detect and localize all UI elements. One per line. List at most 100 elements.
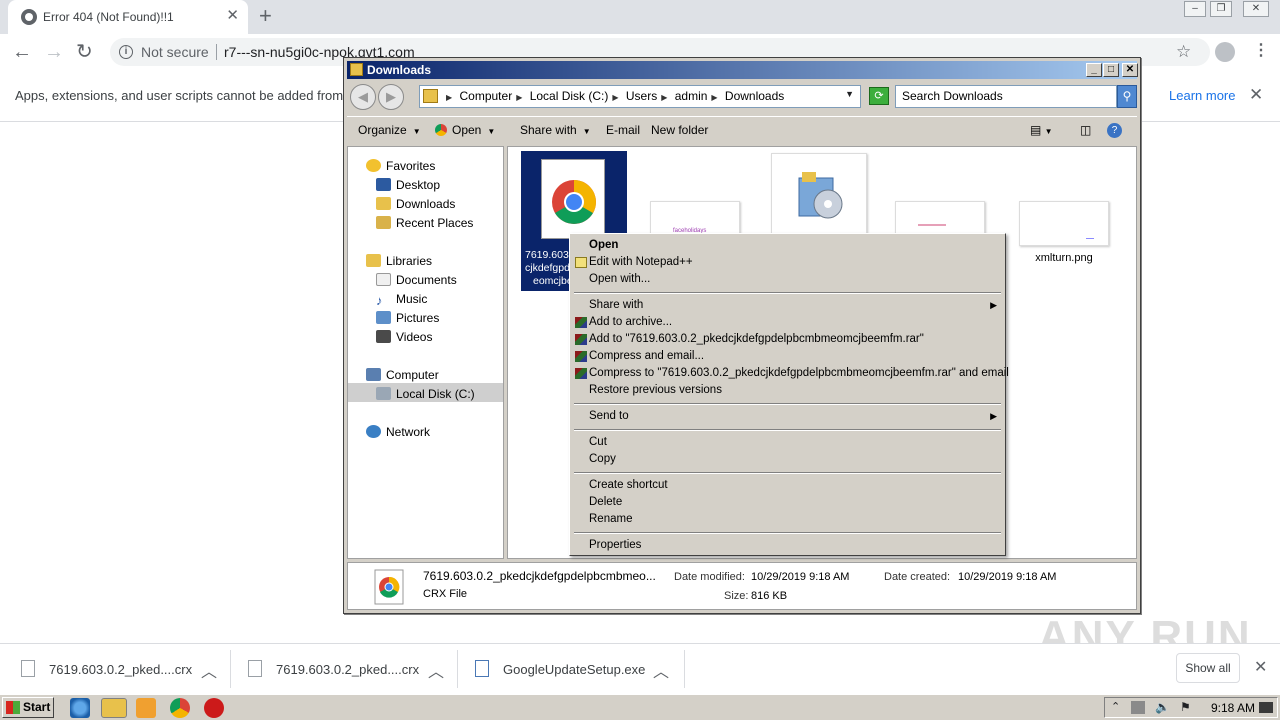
new-tab-button[interactable]: + <box>259 5 272 27</box>
preview-pane-icon[interactable]: ◫ <box>1080 123 1091 137</box>
media-player-icon[interactable] <box>136 698 156 718</box>
nav-favorites[interactable]: Favorites <box>366 159 435 173</box>
menu-compress-email[interactable]: Compress and email... <box>570 348 1005 365</box>
download-name: 7619.603.0.2_pked....crx <box>276 662 420 677</box>
downloads-shelf: 7619.603.0.2_pked....crx ︿ 7619.603.0.2_… <box>0 643 1280 694</box>
forward-button[interactable]: → <box>44 41 64 63</box>
start-button[interactable]: Start <box>2 697 54 718</box>
organize-button[interactable]: Organize ▼ <box>358 123 421 137</box>
pictures-icon <box>376 311 391 324</box>
minimize-button[interactable]: – <box>1184 1 1206 17</box>
menu-open[interactable]: Open <box>570 237 1005 254</box>
network-tray-icon[interactable] <box>1131 701 1145 714</box>
menu-cut[interactable]: Cut <box>570 434 1005 451</box>
menu-compress-rar-email[interactable]: Compress to "7619.603.0.2_pkedcjkdefgpde… <box>570 365 1009 382</box>
download-item[interactable]: 7619.603.0.2_pked....crx ︿ <box>21 644 221 695</box>
chevron-up-icon[interactable]: ︿ <box>201 658 217 682</box>
menu-create-shortcut[interactable]: Create shortcut <box>570 477 1005 494</box>
show-desktop-icon[interactable] <box>1259 702 1273 713</box>
explorer-minimize-button[interactable]: _ <box>1086 63 1102 77</box>
submenu-arrow-icon: ▶ <box>990 411 997 421</box>
nav-documents[interactable]: Documents <box>376 273 457 287</box>
help-icon[interactable]: ? <box>1107 123 1122 138</box>
chevron-up-icon[interactable]: ︿ <box>653 658 669 682</box>
menu-send-to[interactable]: Send to ▶ <box>570 408 1005 425</box>
download-item[interactable]: GoogleUpdateSetup.exe ︿ <box>475 644 675 695</box>
restore-button[interactable]: ❐ <box>1210 1 1232 17</box>
breadcrumb-downloads[interactable]: Downloads <box>725 89 784 103</box>
breadcrumb-bar[interactable]: ▶ Computer ▶ Local Disk (C:) ▶ Users ▶ admi… <box>419 85 861 108</box>
bookmark-star-icon[interactable]: ☆ <box>1176 42 1191 62</box>
nav-local-disk[interactable]: Local Disk (C:) <box>376 387 475 401</box>
explorer-close-button[interactable]: ✕ <box>1122 63 1138 77</box>
menu-copy[interactable]: Copy <box>570 451 1005 468</box>
explorer-taskbar-icon[interactable] <box>101 698 127 718</box>
breadcrumb-computer[interactable]: Computer <box>460 89 513 103</box>
open-button[interactable]: Open ▼ <box>435 123 495 137</box>
xmlturn-thumbnail[interactable] <box>1019 201 1109 246</box>
menu-properties[interactable]: Properties <box>570 537 1005 554</box>
action-center-flag-icon[interactable]: ⚑ <box>1180 700 1191 714</box>
menu-delete[interactable]: Delete <box>570 494 1005 511</box>
reload-button[interactable]: ↻ <box>76 41 93 63</box>
explorer-maximize-button[interactable]: □ <box>1103 63 1119 77</box>
command-bar: Organize ▼ Open ▼ Share with ▼ E-mail New f… <box>347 116 1137 144</box>
breadcrumb-admin[interactable]: admin <box>675 89 708 103</box>
nav-pictures[interactable]: Pictures <box>376 311 439 325</box>
chrome-taskbar-icon[interactable] <box>170 698 190 718</box>
shelf-close-icon[interactable]: ✕ <box>1254 657 1267 677</box>
close-window-button[interactable]: ✕ <box>1243 1 1269 17</box>
menu-add-to-rar[interactable]: Add to "7619.603.0.2_pkedcjkdefgpdelpbcm… <box>570 331 1005 348</box>
nav-libraries[interactable]: Libraries <box>366 254 432 268</box>
omnibox-divider <box>216 44 217 60</box>
forward-arrow-icon[interactable]: ▶ <box>378 84 404 110</box>
share-with-button[interactable]: Share with ▼ <box>520 123 591 137</box>
close-tab-icon[interactable]: ✕ <box>226 7 239 25</box>
explorer-title-bar[interactable]: Downloads _ □ ✕ <box>347 61 1138 79</box>
learn-more-link[interactable]: Learn more <box>1169 88 1235 103</box>
breadcrumb-users[interactable]: Users <box>626 89 657 103</box>
download-item[interactable]: 7619.603.0.2_pked....crx ︿ <box>248 644 448 695</box>
nav-downloads[interactable]: Downloads <box>376 197 455 211</box>
chevron-up-icon[interactable]: ︿ <box>428 658 444 682</box>
menu-rename[interactable]: Rename <box>570 511 1005 528</box>
submenu-arrow-icon: ▶ <box>990 300 997 310</box>
profile-avatar[interactable] <box>1215 42 1235 62</box>
ie-icon[interactable] <box>70 698 90 718</box>
tray-expand-icon[interactable]: ⌃ <box>1111 700 1120 713</box>
chrome-menu-icon[interactable]: ⋮ <box>1253 42 1269 60</box>
menu-share-with[interactable]: Share with ▶ <box>570 297 1005 314</box>
menu-edit-notepad[interactable]: Edit with Notepad++ <box>570 254 1005 271</box>
back-arrow-icon[interactable]: ◀ <box>350 84 376 110</box>
taskbar-clock[interactable]: 9:18 AM <box>1211 701 1255 715</box>
nav-videos[interactable]: Videos <box>376 330 432 344</box>
infobar-close-icon[interactable]: ✕ <box>1249 85 1263 105</box>
nav-desktop[interactable]: Desktop <box>376 178 440 192</box>
new-folder-button[interactable]: New folder <box>651 123 708 137</box>
menu-add-archive[interactable]: Add to archive... <box>570 314 1005 331</box>
browser-tab[interactable]: Error 404 (Not Found)!!1 ✕ <box>8 0 248 34</box>
breadcrumb-local-disk[interactable]: Local Disk (C:) <box>530 89 609 103</box>
folder-icon <box>350 63 363 76</box>
nav-computer[interactable]: Computer <box>366 368 439 382</box>
setup-file-thumbnail[interactable] <box>771 153 867 243</box>
refresh-icon[interactable]: ⟳ <box>869 87 889 105</box>
nav-music[interactable]: ♪ Music <box>376 292 427 308</box>
email-button[interactable]: E-mail <box>606 123 640 137</box>
menu-restore-versions[interactable]: Restore previous versions <box>570 382 1005 399</box>
chevron-down-icon[interactable]: ▼ <box>845 89 854 99</box>
nav-network[interactable]: Network <box>366 425 430 439</box>
back-button[interactable]: ← <box>12 41 32 63</box>
view-options-icon[interactable]: ▤ ▼ <box>1030 123 1053 137</box>
info-icon[interactable]: i <box>119 45 133 59</box>
context-menu: Open Edit with Notepad++ Open with... Sh… <box>569 233 1009 556</box>
menu-open-with[interactable]: Open with... <box>570 271 1005 288</box>
nav-recent-places[interactable]: Recent Places <box>376 216 473 230</box>
volume-icon[interactable]: 🔈 <box>1155 700 1170 714</box>
file-label-xmlturn[interactable]: xmlturn.png <box>1019 252 1109 264</box>
show-all-button[interactable]: Show all <box>1176 653 1240 683</box>
stop-icon[interactable] <box>204 698 224 718</box>
search-input[interactable]: Search Downloads <box>895 85 1117 108</box>
crx-file-icon <box>541 159 605 239</box>
search-icon[interactable]: ⚲ <box>1117 85 1137 108</box>
